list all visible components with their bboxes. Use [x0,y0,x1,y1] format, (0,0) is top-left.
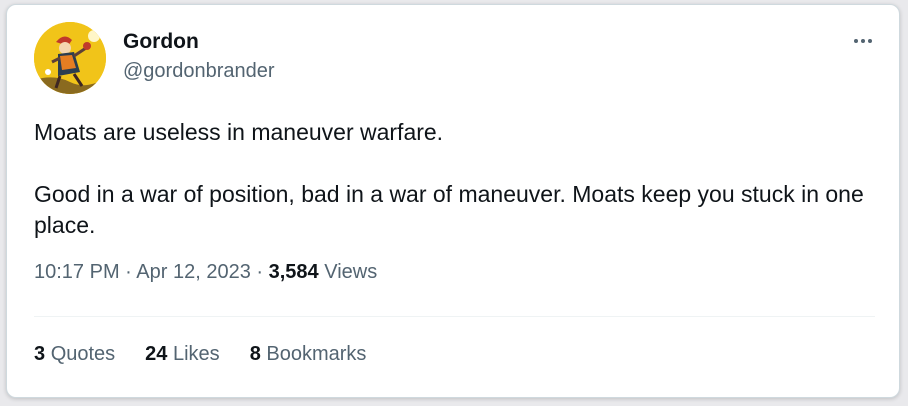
tweet-text-line: Good in a war of position, bad in a war … [34,181,864,238]
tweet-text: Moats are useless in maneuver warfare. G… [34,117,874,241]
tweet-meta: 10:17 PM · Apr 12, 2023 · 3,584 Views [34,261,377,284]
divider [34,316,875,317]
tweet-card: Gordon @gordonbrander Moats are useless … [6,4,900,398]
more-dot [854,39,858,43]
quotes-stat[interactable]: 3 Quotes [34,343,115,366]
quotes-count: 3 [34,343,46,365]
tweet-text-line: Moats are useless in maneuver warfare. [34,119,444,145]
quotes-label: Quotes [50,343,116,365]
author-name[interactable]: Gordon [123,30,199,54]
meta-separator: · [256,261,264,283]
likes-label: Likes [172,343,220,365]
bookmarks-stat[interactable]: 8 Bookmarks [250,343,367,366]
views-label: Views [324,261,378,283]
views-count: 3,584 [268,261,319,283]
tweet-stats: 3 Quotes 24 Likes 8 Bookmarks [34,343,366,366]
more-dot [861,39,865,43]
tweet-time[interactable]: 10:17 PM [34,261,120,283]
bookmarks-label: Bookmarks [266,343,367,365]
bookmarks-count: 8 [249,343,261,365]
more-dot [868,39,872,43]
avatar[interactable] [34,22,106,94]
tweet-date[interactable]: Apr 12, 2023 [136,261,251,283]
author-handle[interactable]: @gordonbrander [123,60,275,83]
meta-separator: · [125,261,132,283]
jester-tarot-avatar-icon [34,22,106,94]
likes-count: 24 [145,343,168,365]
likes-stat[interactable]: 24 Likes [145,343,220,366]
more-horizontal-icon[interactable] [845,27,881,55]
